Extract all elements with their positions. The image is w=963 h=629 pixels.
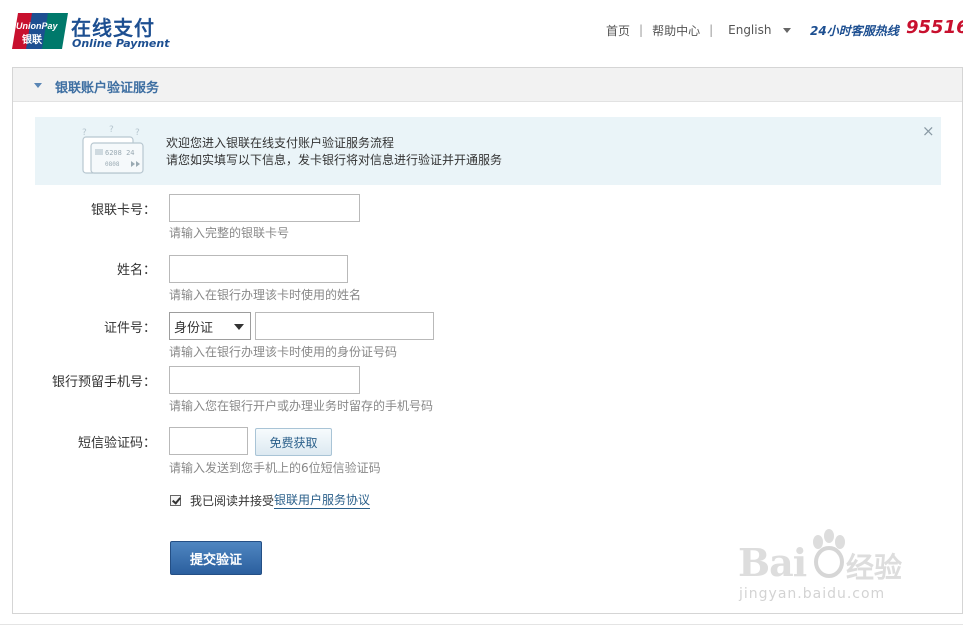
hotline-label: 24小时客服热线 [810, 24, 899, 38]
language-dropdown[interactable]: English [728, 23, 792, 37]
nav-separator: | [709, 23, 714, 37]
notice-line-2: 请您如实填写以下信息，发卡银行将对信息进行验证并开通服务 [166, 153, 503, 167]
card-date-text: 0808 [105, 161, 120, 168]
top-nav: 首页 | 帮助中心 | English [606, 22, 792, 39]
name-hint: 请输入在银行办理该卡时使用的姓名 [169, 288, 362, 302]
logo-yinlian-text: 银联 [22, 33, 42, 46]
notice-line-1: 欢迎您进入银联在线支付账户验证服务流程 [166, 136, 395, 150]
hotline-number: 95516 [906, 17, 963, 38]
close-icon[interactable]: × [922, 122, 935, 140]
agreement-checkbox[interactable] [170, 494, 181, 506]
card-number-text: 6208 24 [105, 149, 135, 157]
svg-text:?: ? [135, 128, 140, 138]
id-number-hint: 请输入在银行办理该卡时使用的身份证号码 [169, 345, 398, 359]
agreement-link[interactable]: 银联用户服务协议 [274, 491, 371, 509]
bottom-divider [0, 624, 963, 625]
phone-label: 银行预留手机号： [51, 375, 156, 390]
id-type-selected: 身份证 [174, 320, 214, 336]
collapse-triangle-icon [34, 83, 42, 88]
watermark-brand-cn: 经验 [846, 551, 903, 584]
card-number-hint: 请输入完整的银联卡号 [169, 226, 290, 240]
panel-header[interactable]: 银联账户验证服务 [13, 68, 962, 102]
language-label: English [728, 23, 772, 37]
chevron-down-icon [234, 324, 244, 330]
id-number-label: 证件号： [103, 321, 156, 336]
id-type-select[interactable]: 身份证 [169, 312, 251, 340]
name-label: 姓名： [116, 263, 156, 278]
card-illustration-icon: ? ? ? 6208 24 0808 [82, 125, 144, 174]
logo-unionpay-text: UnionPay [16, 21, 59, 31]
id-number-input[interactable] [255, 312, 434, 340]
watermark-url: jingyan.baidu.com [739, 586, 886, 602]
nav-help-link[interactable]: 帮助中心 [652, 22, 700, 39]
watermark-brand: Bai [738, 540, 807, 585]
header: UnionPay 银联 在线支付 Online Payment 首页 | 帮助中… [0, 0, 963, 62]
submit-verification-button[interactable]: 提交验证 [170, 541, 262, 575]
sms-code-input[interactable] [169, 427, 248, 455]
chevron-down-icon [783, 27, 792, 33]
card-number-input[interactable] [169, 194, 360, 222]
svg-text:?: ? [109, 125, 114, 135]
sms-code-hint: 请输入发送到您手机上的6位短信验证码 [169, 461, 381, 475]
baidu-jingyan-watermark: Bai 经验 jingyan.baidu.com [738, 528, 918, 608]
nav-home-link[interactable]: 首页 [606, 22, 630, 39]
phone-input[interactable] [169, 366, 360, 394]
card-number-label: 银联卡号： [90, 203, 156, 218]
phone-hint: 请输入您在银行开户或办理业务时留存的手机号码 [169, 399, 434, 413]
site-subtitle: Online Payment [72, 37, 170, 50]
get-sms-code-button[interactable]: 免费获取 [255, 428, 332, 456]
agreement-row: 我已阅读并接受 银联用户服务协议 [170, 491, 371, 509]
welcome-notice: ? ? ? 6208 24 0808 欢迎您进入银联在线支付账户验证服务流程 请… [35, 117, 941, 185]
name-input[interactable] [169, 255, 348, 283]
panel-title: 银联账户验证服务 [55, 81, 160, 96]
sms-code-label: 短信验证码： [77, 436, 156, 451]
unionpay-logo[interactable]: UnionPay 银联 [12, 13, 68, 49]
agreement-text: 我已阅读并接受 [190, 493, 275, 508]
nav-separator: | [639, 23, 644, 37]
paw-icon [813, 529, 845, 578]
